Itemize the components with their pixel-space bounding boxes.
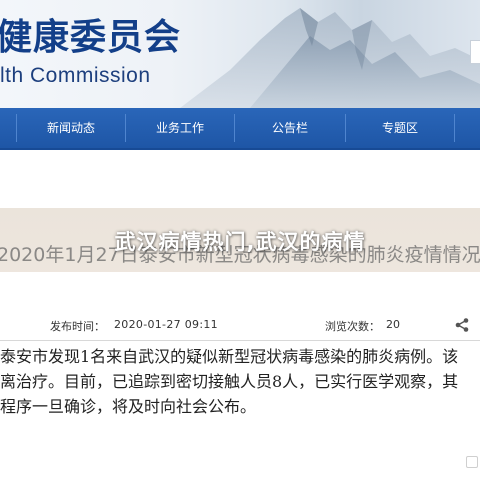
- nav-item-business[interactable]: 业务工作: [126, 108, 234, 148]
- share-icon[interactable]: [454, 317, 470, 333]
- article-body: 泰安市发现1名来自武汉的疑似新型冠状病毒感染的肺炎病例。该 离治疗。目前，已追踪…: [0, 344, 480, 419]
- nav-item-topics[interactable]: 专题区: [346, 108, 454, 148]
- view-count-label: 浏览次数：: [325, 320, 380, 333]
- publish-date-label: 发布时间：: [50, 320, 105, 333]
- nav-divider: [454, 114, 455, 142]
- publish-date: 2020-01-27 09:11: [114, 318, 218, 331]
- site-title: 健康委员会: [0, 16, 182, 58]
- article-body-line: 程序一旦确诊，将及时向社会公布。: [0, 397, 257, 416]
- meta-divider: [0, 340, 480, 341]
- nav-item-news[interactable]: 新闻动态: [17, 108, 125, 148]
- content-top-spacer: [0, 150, 480, 208]
- site-subtitle: lth Commission: [0, 64, 151, 87]
- search-input[interactable]: [470, 40, 480, 64]
- site-header-banner: 健康委员会 lth Commission: [0, 0, 480, 108]
- article-body-line: 泰安市发现1名来自武汉的疑似新型冠状病毒感染的肺炎病例。该: [0, 347, 459, 366]
- article-body-line: 离治疗。目前，已追踪到密切接触人员8人，已实行医学观察，其: [0, 372, 459, 391]
- corner-icon: [466, 456, 478, 468]
- main-nav: 新闻动态 业务工作 公告栏 专题区: [0, 108, 480, 150]
- view-count: 20: [386, 318, 400, 331]
- article-meta: 发布时间： 2020-01-27 09:11 浏览次数： 20: [0, 316, 480, 336]
- nav-item-notices[interactable]: 公告栏: [235, 108, 345, 148]
- overlay-caption: 武汉病情热门,武汉的病情: [114, 230, 366, 254]
